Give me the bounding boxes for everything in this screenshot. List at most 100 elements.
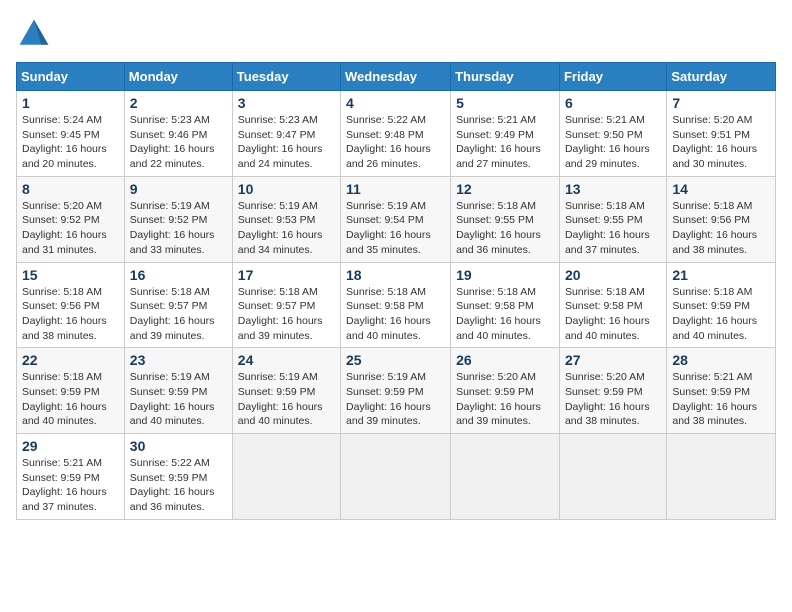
calendar-cell bbox=[232, 434, 340, 520]
calendar-cell: 3 Sunrise: 5:23 AMSunset: 9:47 PMDayligh… bbox=[232, 91, 340, 177]
day-number: 18 bbox=[346, 267, 445, 283]
calendar-cell: 24 Sunrise: 5:19 AMSunset: 9:59 PMDaylig… bbox=[232, 348, 340, 434]
day-detail: Sunrise: 5:18 AMSunset: 9:58 PMDaylight:… bbox=[565, 286, 650, 342]
calendar-cell: 25 Sunrise: 5:19 AMSunset: 9:59 PMDaylig… bbox=[341, 348, 451, 434]
calendar-week-row: 29 Sunrise: 5:21 AMSunset: 9:59 PMDaylig… bbox=[17, 434, 776, 520]
weekday-header-sunday: Sunday bbox=[17, 63, 125, 91]
day-detail: Sunrise: 5:18 AMSunset: 9:58 PMDaylight:… bbox=[456, 286, 541, 342]
calendar-cell: 22 Sunrise: 5:18 AMSunset: 9:59 PMDaylig… bbox=[17, 348, 125, 434]
day-number: 27 bbox=[565, 352, 661, 368]
day-number: 26 bbox=[456, 352, 554, 368]
weekday-header-friday: Friday bbox=[559, 63, 666, 91]
day-detail: Sunrise: 5:18 AMSunset: 9:55 PMDaylight:… bbox=[565, 200, 650, 256]
calendar-week-row: 1 Sunrise: 5:24 AMSunset: 9:45 PMDayligh… bbox=[17, 91, 776, 177]
day-number: 2 bbox=[130, 95, 227, 111]
day-number: 4 bbox=[346, 95, 445, 111]
calendar-cell: 20 Sunrise: 5:18 AMSunset: 9:58 PMDaylig… bbox=[559, 262, 666, 348]
day-detail: Sunrise: 5:19 AMSunset: 9:54 PMDaylight:… bbox=[346, 200, 431, 256]
weekday-header-thursday: Thursday bbox=[451, 63, 560, 91]
day-detail: Sunrise: 5:19 AMSunset: 9:59 PMDaylight:… bbox=[130, 371, 215, 427]
calendar-cell: 17 Sunrise: 5:18 AMSunset: 9:57 PMDaylig… bbox=[232, 262, 340, 348]
day-detail: Sunrise: 5:21 AMSunset: 9:50 PMDaylight:… bbox=[565, 114, 650, 170]
calendar-cell: 29 Sunrise: 5:21 AMSunset: 9:59 PMDaylig… bbox=[17, 434, 125, 520]
calendar-week-row: 22 Sunrise: 5:18 AMSunset: 9:59 PMDaylig… bbox=[17, 348, 776, 434]
calendar-cell: 6 Sunrise: 5:21 AMSunset: 9:50 PMDayligh… bbox=[559, 91, 666, 177]
day-detail: Sunrise: 5:23 AMSunset: 9:46 PMDaylight:… bbox=[130, 114, 215, 170]
weekday-header-monday: Monday bbox=[124, 63, 232, 91]
calendar-cell: 30 Sunrise: 5:22 AMSunset: 9:59 PMDaylig… bbox=[124, 434, 232, 520]
day-number: 24 bbox=[238, 352, 335, 368]
day-number: 12 bbox=[456, 181, 554, 197]
day-detail: Sunrise: 5:24 AMSunset: 9:45 PMDaylight:… bbox=[22, 114, 107, 170]
day-number: 29 bbox=[22, 438, 119, 454]
calendar-cell: 8 Sunrise: 5:20 AMSunset: 9:52 PMDayligh… bbox=[17, 176, 125, 262]
calendar-cell: 11 Sunrise: 5:19 AMSunset: 9:54 PMDaylig… bbox=[341, 176, 451, 262]
day-number: 22 bbox=[22, 352, 119, 368]
day-detail: Sunrise: 5:20 AMSunset: 9:52 PMDaylight:… bbox=[22, 200, 107, 256]
calendar-week-row: 15 Sunrise: 5:18 AMSunset: 9:56 PMDaylig… bbox=[17, 262, 776, 348]
weekday-header-tuesday: Tuesday bbox=[232, 63, 340, 91]
calendar-cell: 4 Sunrise: 5:22 AMSunset: 9:48 PMDayligh… bbox=[341, 91, 451, 177]
day-detail: Sunrise: 5:19 AMSunset: 9:53 PMDaylight:… bbox=[238, 200, 323, 256]
day-number: 20 bbox=[565, 267, 661, 283]
calendar-cell: 16 Sunrise: 5:18 AMSunset: 9:57 PMDaylig… bbox=[124, 262, 232, 348]
day-detail: Sunrise: 5:18 AMSunset: 9:56 PMDaylight:… bbox=[22, 286, 107, 342]
day-number: 19 bbox=[456, 267, 554, 283]
calendar-cell bbox=[559, 434, 666, 520]
calendar-week-row: 8 Sunrise: 5:20 AMSunset: 9:52 PMDayligh… bbox=[17, 176, 776, 262]
day-detail: Sunrise: 5:21 AMSunset: 9:49 PMDaylight:… bbox=[456, 114, 541, 170]
day-detail: Sunrise: 5:18 AMSunset: 9:55 PMDaylight:… bbox=[456, 200, 541, 256]
day-detail: Sunrise: 5:20 AMSunset: 9:59 PMDaylight:… bbox=[456, 371, 541, 427]
day-detail: Sunrise: 5:22 AMSunset: 9:59 PMDaylight:… bbox=[130, 457, 215, 513]
calendar-cell: 23 Sunrise: 5:19 AMSunset: 9:59 PMDaylig… bbox=[124, 348, 232, 434]
calendar-cell: 13 Sunrise: 5:18 AMSunset: 9:55 PMDaylig… bbox=[559, 176, 666, 262]
day-number: 7 bbox=[672, 95, 770, 111]
day-number: 13 bbox=[565, 181, 661, 197]
day-detail: Sunrise: 5:19 AMSunset: 9:59 PMDaylight:… bbox=[346, 371, 431, 427]
calendar-cell: 26 Sunrise: 5:20 AMSunset: 9:59 PMDaylig… bbox=[451, 348, 560, 434]
day-detail: Sunrise: 5:21 AMSunset: 9:59 PMDaylight:… bbox=[22, 457, 107, 513]
calendar-cell: 15 Sunrise: 5:18 AMSunset: 9:56 PMDaylig… bbox=[17, 262, 125, 348]
calendar-header-row: SundayMondayTuesdayWednesdayThursdayFrid… bbox=[17, 63, 776, 91]
day-number: 30 bbox=[130, 438, 227, 454]
day-detail: Sunrise: 5:18 AMSunset: 9:58 PMDaylight:… bbox=[346, 286, 431, 342]
day-number: 25 bbox=[346, 352, 445, 368]
weekday-header-wednesday: Wednesday bbox=[341, 63, 451, 91]
day-detail: Sunrise: 5:18 AMSunset: 9:57 PMDaylight:… bbox=[238, 286, 323, 342]
calendar-cell: 18 Sunrise: 5:18 AMSunset: 9:58 PMDaylig… bbox=[341, 262, 451, 348]
day-number: 17 bbox=[238, 267, 335, 283]
day-number: 23 bbox=[130, 352, 227, 368]
calendar-cell bbox=[667, 434, 776, 520]
calendar-cell: 1 Sunrise: 5:24 AMSunset: 9:45 PMDayligh… bbox=[17, 91, 125, 177]
day-number: 10 bbox=[238, 181, 335, 197]
calendar-cell: 2 Sunrise: 5:23 AMSunset: 9:46 PMDayligh… bbox=[124, 91, 232, 177]
calendar-cell: 12 Sunrise: 5:18 AMSunset: 9:55 PMDaylig… bbox=[451, 176, 560, 262]
calendar-cell: 27 Sunrise: 5:20 AMSunset: 9:59 PMDaylig… bbox=[559, 348, 666, 434]
day-number: 11 bbox=[346, 181, 445, 197]
weekday-header-saturday: Saturday bbox=[667, 63, 776, 91]
day-number: 28 bbox=[672, 352, 770, 368]
day-number: 6 bbox=[565, 95, 661, 111]
calendar-cell: 7 Sunrise: 5:20 AMSunset: 9:51 PMDayligh… bbox=[667, 91, 776, 177]
day-number: 14 bbox=[672, 181, 770, 197]
day-detail: Sunrise: 5:18 AMSunset: 9:56 PMDaylight:… bbox=[672, 200, 757, 256]
day-number: 21 bbox=[672, 267, 770, 283]
calendar-cell: 14 Sunrise: 5:18 AMSunset: 9:56 PMDaylig… bbox=[667, 176, 776, 262]
day-detail: Sunrise: 5:21 AMSunset: 9:59 PMDaylight:… bbox=[672, 371, 757, 427]
day-number: 5 bbox=[456, 95, 554, 111]
calendar-cell: 21 Sunrise: 5:18 AMSunset: 9:59 PMDaylig… bbox=[667, 262, 776, 348]
day-detail: Sunrise: 5:18 AMSunset: 9:59 PMDaylight:… bbox=[672, 286, 757, 342]
calendar-cell: 5 Sunrise: 5:21 AMSunset: 9:49 PMDayligh… bbox=[451, 91, 560, 177]
calendar-cell: 9 Sunrise: 5:19 AMSunset: 9:52 PMDayligh… bbox=[124, 176, 232, 262]
day-number: 3 bbox=[238, 95, 335, 111]
day-number: 16 bbox=[130, 267, 227, 283]
calendar-cell bbox=[341, 434, 451, 520]
calendar-cell bbox=[451, 434, 560, 520]
day-detail: Sunrise: 5:19 AMSunset: 9:59 PMDaylight:… bbox=[238, 371, 323, 427]
day-number: 1 bbox=[22, 95, 119, 111]
page-header bbox=[16, 16, 776, 52]
day-detail: Sunrise: 5:18 AMSunset: 9:59 PMDaylight:… bbox=[22, 371, 107, 427]
day-detail: Sunrise: 5:20 AMSunset: 9:51 PMDaylight:… bbox=[672, 114, 757, 170]
logo bbox=[16, 16, 56, 52]
calendar-cell: 28 Sunrise: 5:21 AMSunset: 9:59 PMDaylig… bbox=[667, 348, 776, 434]
